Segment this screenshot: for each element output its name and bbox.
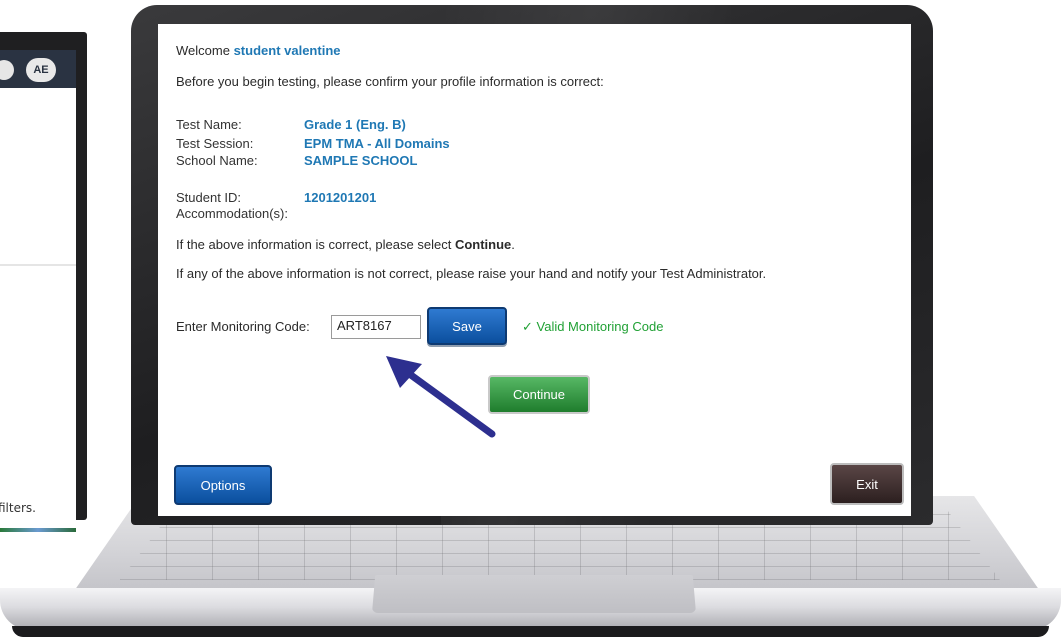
test-session-value: EPM TMA - All Domains [304,136,450,151]
background-stripe [0,528,76,532]
test-name-label: Test Name: [176,117,242,132]
background-window: AE filters. [0,32,87,540]
laptop-base-edge [12,626,1049,637]
valid-monitoring-message: ✓ Valid Monitoring Code [522,319,664,334]
confirm-instruction: Before you begin testing, please confirm… [176,74,604,89]
options-button[interactable]: Options [174,465,272,505]
if-correct-instruction: If the above information is correct, ple… [176,237,515,252]
laptop-trackpad [372,575,696,613]
student-name: student valentine [233,43,341,58]
test-name-value: Grade 1 (Eng. B) [304,117,406,132]
if-correct-text: If the above information is correct, ple… [176,237,452,252]
school-name-label: School Name: [176,153,258,168]
student-id-value: 1201201201 [304,190,377,205]
monitoring-code-input[interactable]: ART8167 [331,315,421,339]
background-footer-text: filters. [0,501,36,515]
save-button[interactable]: Save [427,307,507,345]
avatar[interactable]: AE [26,58,56,82]
if-incorrect-instruction: If any of the above information is not c… [176,266,767,281]
pointer-arrow-icon [386,356,496,438]
continue-emphasis: Continue [454,237,512,252]
welcome-line: Welcome student valentine [176,43,341,58]
test-session-label: Test Session: [176,136,254,151]
monitoring-code-label: Enter Monitoring Code: [176,319,310,334]
exit-button[interactable]: Exit [830,463,904,505]
welcome-prefix: Welcome [176,43,230,58]
school-name-value: SAMPLE SCHOOL [304,153,418,168]
student-id-label: Student ID: [176,190,242,205]
accommodations-label: Accommodation(s): [176,206,288,221]
if-correct-suffix: . [511,237,515,252]
continue-button[interactable]: Continue [488,375,590,414]
background-divider [0,264,76,266]
background-window-panel [0,88,76,540]
